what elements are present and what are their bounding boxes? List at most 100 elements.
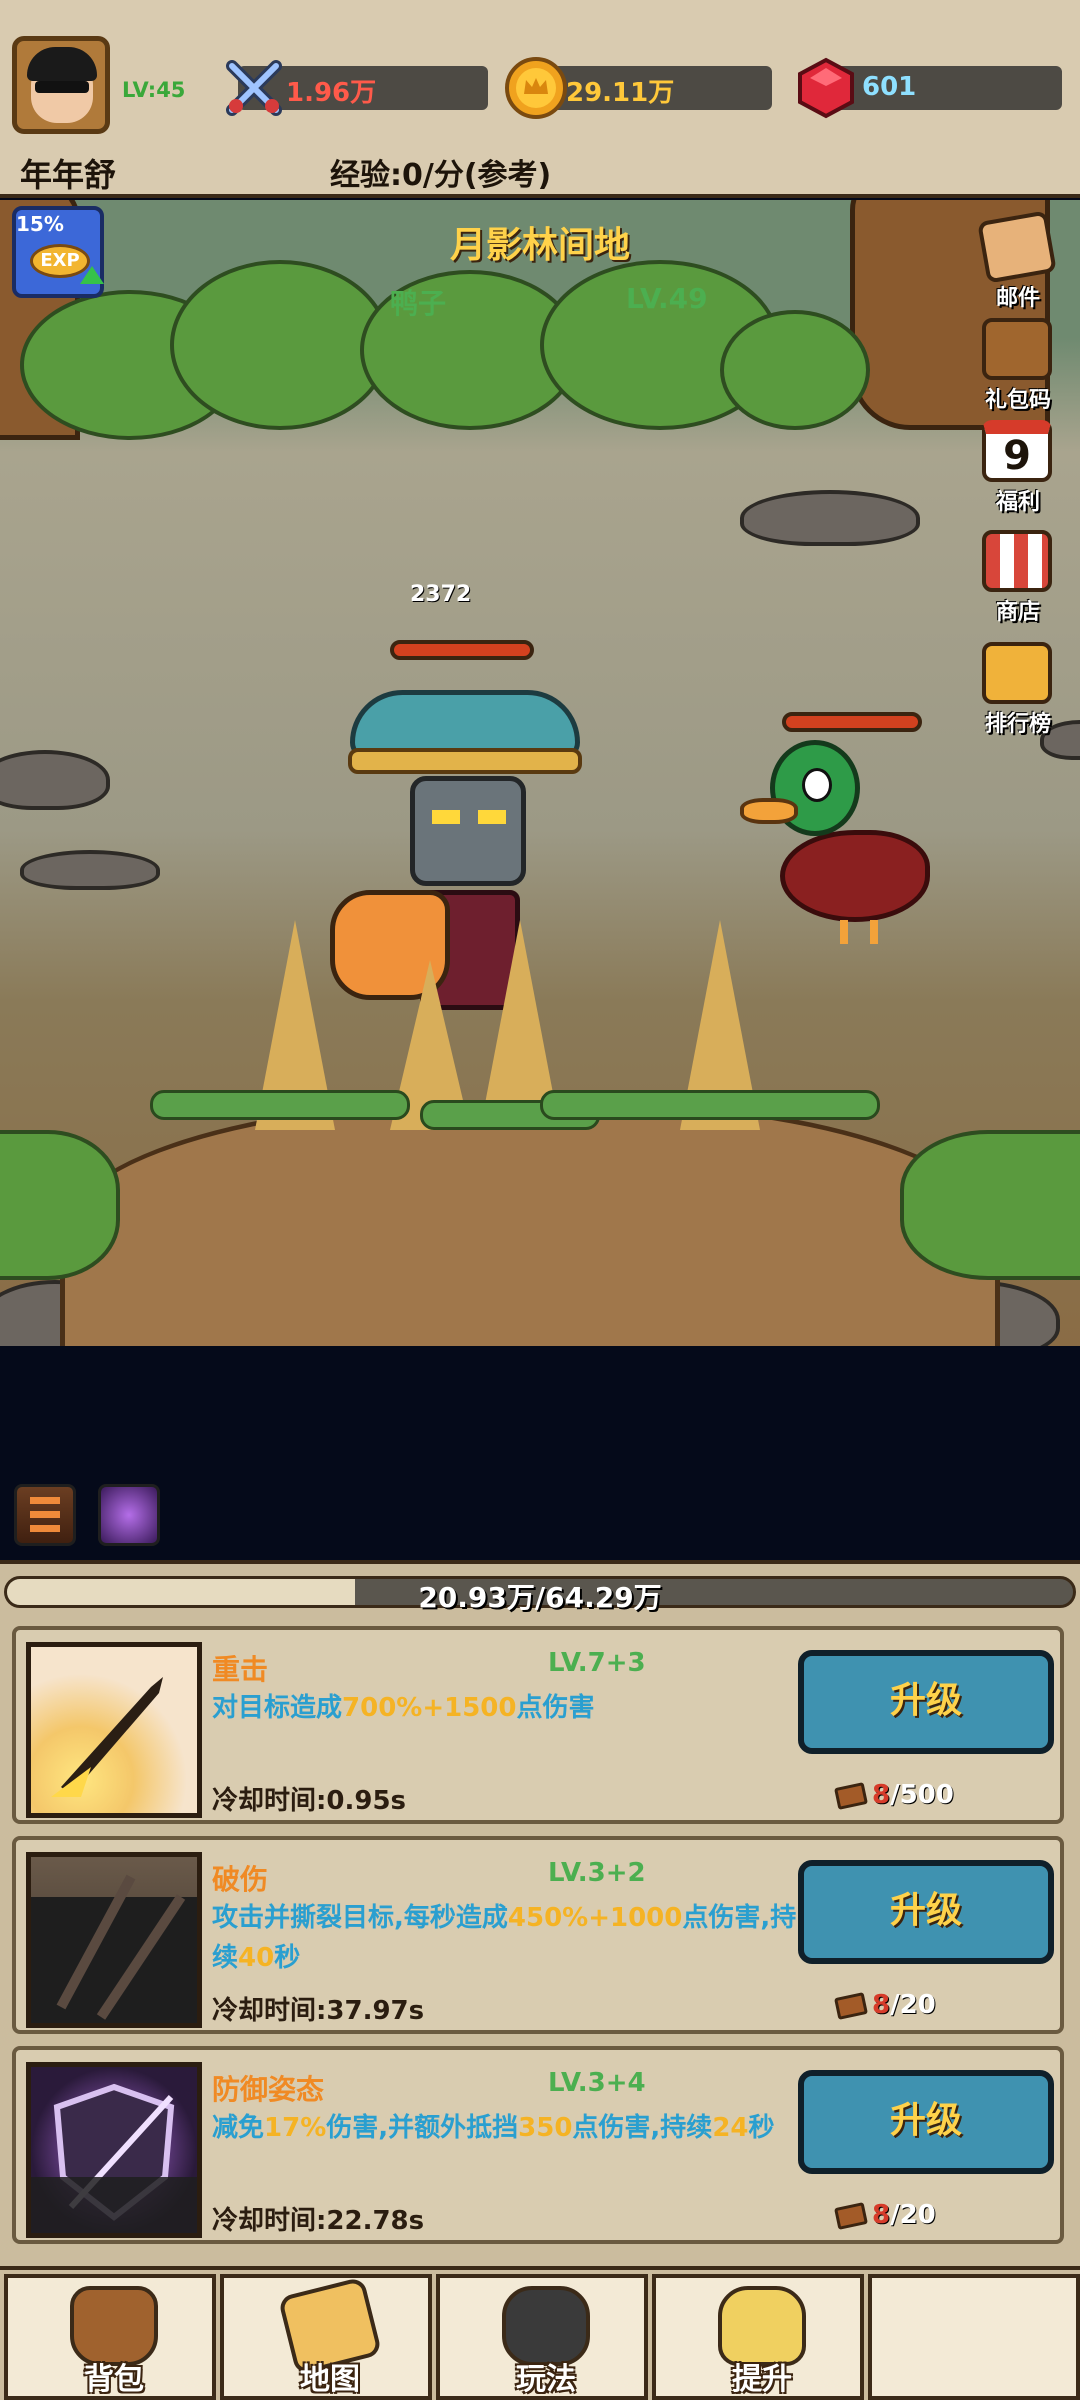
shop-label: 商店: [995, 600, 1040, 625]
desc-text: 对目标造成: [212, 1693, 343, 1723]
damage-number: 2372: [410, 582, 472, 607]
welfare-label: 福利: [995, 490, 1040, 515]
bush: [170, 260, 390, 430]
cost-required: /20: [890, 1990, 936, 2020]
claw-skill-icon[interactable]: [26, 1852, 202, 2028]
red-gem-icon: [798, 57, 854, 119]
blade-skill-icon[interactable]: [26, 1642, 202, 1818]
hero-eye: [478, 810, 506, 824]
battle-log-area: [0, 1346, 1080, 1560]
nav-tab-map[interactable]: 地图: [220, 2274, 432, 2400]
enemy-level: LV.49: [626, 282, 708, 315]
top-status-bar: LV:45 1.96万 29.11万 601 年年舒 经验:0/分(参考): [0, 0, 1080, 198]
stage-progress-text: 20.93万/64.29万: [418, 1581, 662, 1614]
skill-card-wound: 破伤 LV.3+2 攻击并撕裂目标,每秒造成450%+1000点伤害,持续40秒…: [12, 1836, 1064, 2034]
welfare-button[interactable]: 9 福利: [968, 414, 1068, 515]
mail-button[interactable]: 邮件: [968, 210, 1068, 311]
skill-cooldown: 冷却时间:0.95s: [212, 1786, 407, 1816]
nav-tab-upgrade[interactable]: 提升: [652, 2274, 864, 2400]
combat-power-value: 1.96万: [286, 78, 377, 108]
gem-value: 601: [862, 72, 917, 102]
grass-tuft: [540, 1090, 880, 1120]
nav-tab-gameplay[interactable]: 玩法: [436, 2274, 648, 2400]
treasure-chest-icon: [982, 318, 1052, 380]
magic-shield-buff-icon[interactable]: [98, 1484, 160, 1546]
nav-tab-empty[interactable]: [868, 2274, 1080, 2400]
chevron-up-icon: [30, 1497, 60, 1509]
exp-boost-percent: 15%: [16, 212, 64, 236]
claw-marks-icon: [31, 1874, 197, 2023]
skill-name: 防御姿态: [212, 2073, 325, 2106]
skill-book-icon: [834, 1781, 868, 1810]
upgrade-cost: 8/500: [834, 1780, 954, 1810]
cost-required: /500: [890, 1780, 954, 1810]
duck-leg: [870, 920, 878, 944]
skill-name: 重击: [212, 1653, 269, 1686]
desc-value: 700%+1500: [342, 1693, 517, 1723]
podium-icon: [982, 642, 1052, 704]
nav-tab-bag[interactable]: 背包: [4, 2274, 216, 2400]
skill-description: 减免17%伤害,并额外抵挡350点伤害,持续24秒: [212, 2108, 812, 2148]
battle-scene: 月影林间地 鸭子 LV.49 15% EXP 邮件 礼包码 9 福利 商店 排行…: [0, 200, 1080, 1346]
bottom-navigation: 背包 地图 玩法 提升: [0, 2266, 1080, 2400]
duck-leg: [840, 920, 848, 944]
chevron-up-icon: [30, 1511, 60, 1523]
sword-icon: [51, 1677, 163, 1797]
rank-chevron-buff-icon[interactable]: [14, 1484, 76, 1546]
desc-value: 40: [238, 1943, 275, 1973]
desc-text: 秒: [274, 1943, 301, 1973]
nav-tab-label: 地图: [300, 2362, 360, 2397]
mail-label: 邮件: [995, 286, 1040, 311]
map-name: 月影林间地: [449, 225, 630, 266]
mail-icon: [977, 210, 1057, 284]
desc-text: 攻击并撕裂目标,每秒造成: [212, 1903, 508, 1933]
desc-text: 点伤害,持续: [572, 2113, 713, 2143]
skill-card-defense-stance: 防御姿态 LV.3+4 减免17%伤害,并额外抵挡350点伤害,持续24秒 冷却…: [12, 2046, 1064, 2244]
duck-beak: [740, 798, 798, 824]
nav-tab-label: 背包: [84, 2362, 144, 2397]
skill-level: LV.3+2: [548, 1858, 646, 1888]
cost-owned: 8: [872, 2200, 891, 2230]
shield-skill-icon[interactable]: [26, 2062, 202, 2238]
bush: [720, 310, 870, 430]
cost-owned: 8: [872, 1780, 891, 1810]
rock: [0, 750, 110, 810]
enemy-hp-bar: [782, 712, 922, 732]
player-name: 年年舒: [20, 156, 117, 194]
exp-boost-button[interactable]: 15% EXP: [12, 206, 104, 298]
desc-value: 450%+1000: [507, 1903, 683, 1933]
exp-rate-text: 经验:0/分(参考): [330, 158, 552, 193]
duck-eye: [802, 768, 832, 802]
rock: [20, 850, 160, 890]
hero-hp-bar: [390, 640, 534, 660]
calendar-icon: 9: [982, 420, 1052, 482]
upgrade-button[interactable]: 升级: [798, 1860, 1054, 1964]
skill-book-icon: [834, 1991, 868, 2020]
dirt-path: [60, 1100, 1000, 1346]
desc-value: 17%: [264, 2113, 327, 2143]
skill-cooldown: 冷却时间:22.78s: [212, 2206, 425, 2236]
bush: [0, 1130, 120, 1280]
nav-tab-label: 提升: [732, 2362, 792, 2397]
gift-code-label: 礼包码: [984, 388, 1051, 413]
hero-hat-band: [348, 748, 582, 774]
skill-card-heavy-strike: 重击 LV.7+3 对目标造成700%+1500点伤害 冷却时间:0.95s 升…: [12, 1626, 1064, 1824]
duck-enemy[interactable]: [740, 740, 940, 950]
upgrade-cost: 8/20: [834, 2200, 936, 2230]
hero-helmet: [410, 776, 526, 886]
upgrade-button[interactable]: 升级: [798, 2070, 1054, 2174]
cost-required: /20: [890, 2200, 936, 2230]
rock: [740, 490, 920, 546]
leaderboard-button[interactable]: 排行榜: [968, 636, 1068, 737]
shop-button[interactable]: 商店: [968, 524, 1068, 625]
gold-value: 29.11万: [566, 78, 675, 108]
desc-text: 点伤害: [516, 1693, 595, 1723]
upgrade-button[interactable]: 升级: [798, 1650, 1054, 1754]
cost-owned: 8: [872, 1990, 891, 2020]
bush: [900, 1130, 1080, 1280]
desc-text: 减免: [212, 2113, 265, 2143]
crossed-swords-icon: [226, 60, 282, 116]
gift-code-button[interactable]: 礼包码: [968, 312, 1068, 413]
avatar[interactable]: [12, 36, 110, 134]
skill-cooldown: 冷却时间:37.97s: [212, 1996, 425, 2026]
